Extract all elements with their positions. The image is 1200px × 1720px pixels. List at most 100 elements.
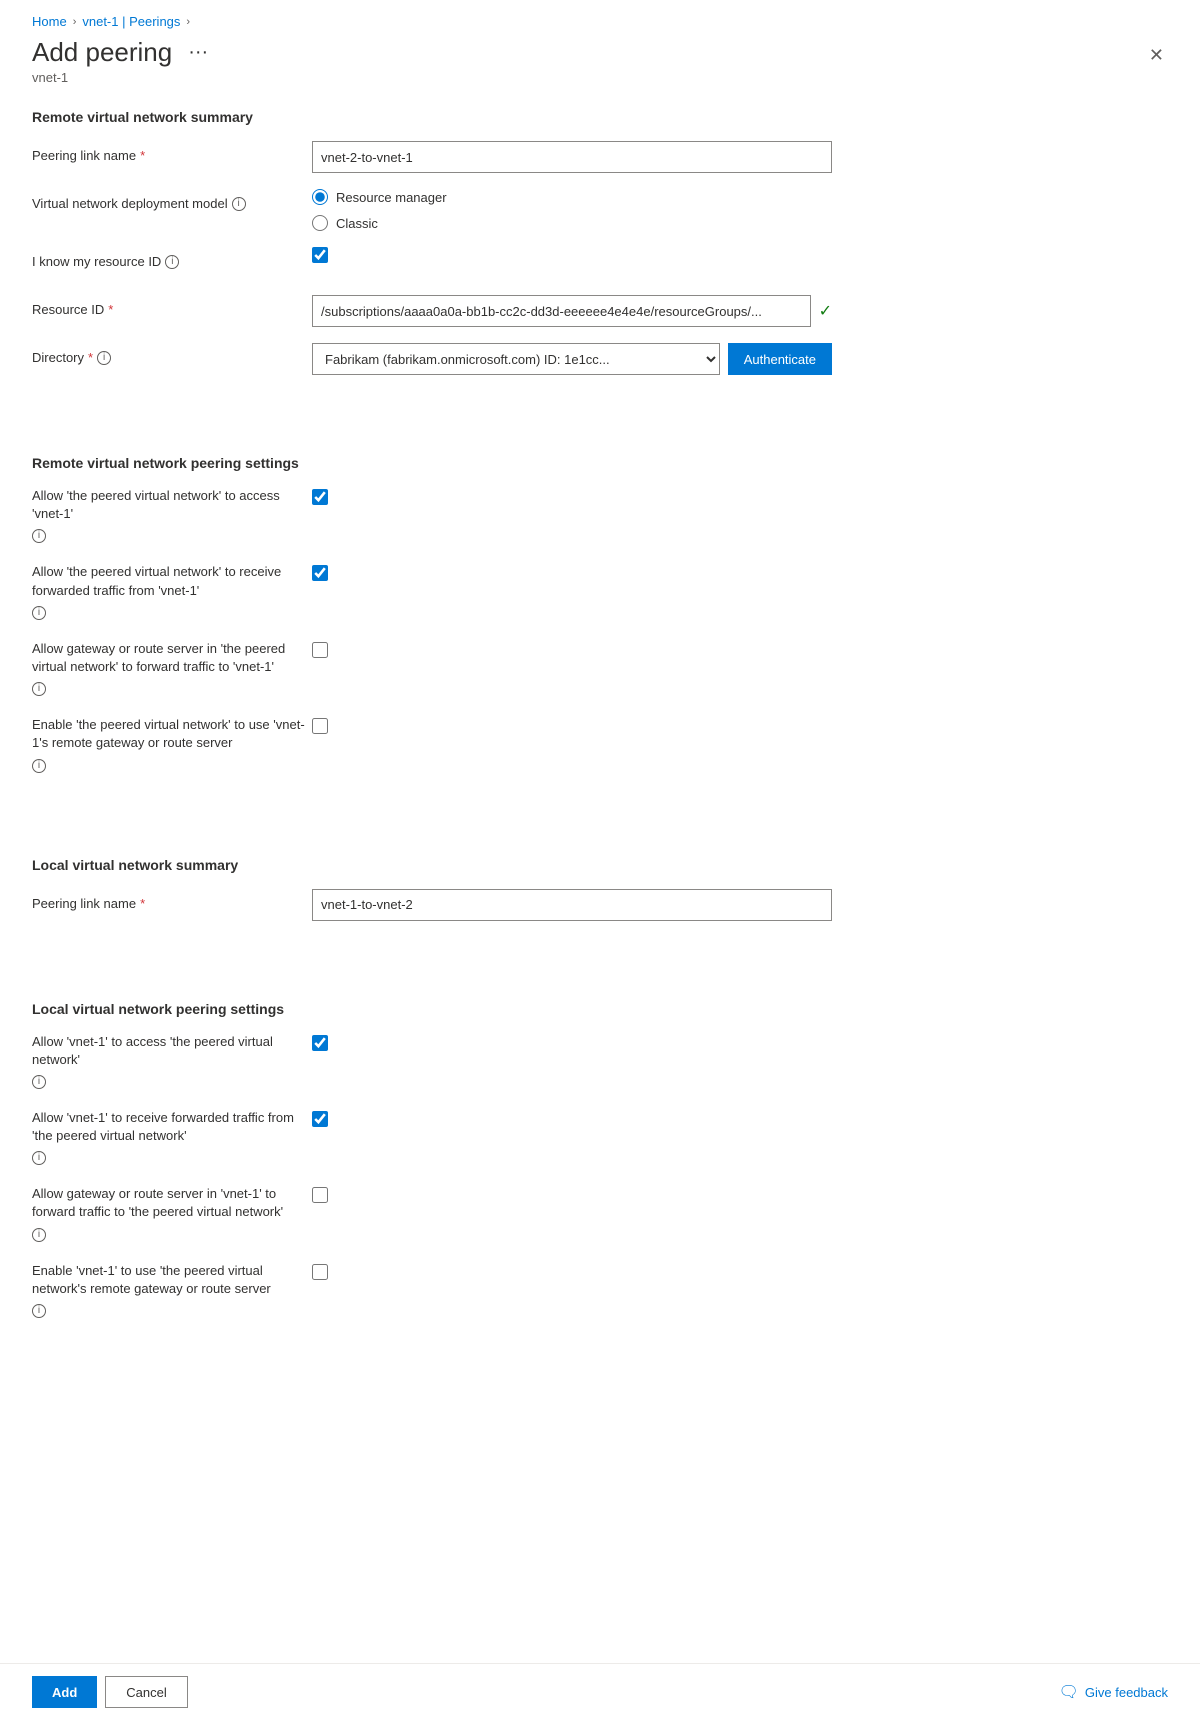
remote-setting-2-label: Allow 'the peered virtual network' to re… — [32, 563, 312, 619]
local-peering-link-input[interactable] — [312, 889, 832, 921]
remote-peering-link-label: Peering link name * — [32, 141, 312, 165]
breadcrumb-chevron1: › — [73, 16, 77, 28]
directory-label: Directory * i — [32, 343, 312, 367]
remote-setting-2-info-icon[interactable]: i — [32, 606, 46, 620]
cancel-button[interactable]: Cancel — [105, 1676, 187, 1708]
remote-peering-link-input[interactable] — [312, 141, 832, 173]
local-peering-settings-title: Local virtual network peering settings — [32, 1001, 1168, 1017]
know-resource-id-row: I know my resource ID i — [32, 247, 1168, 279]
local-setting-3-label: Allow gateway or route server in 'vnet-1… — [32, 1185, 312, 1241]
directory-input-row: Fabrikam (fabrikam.onmicrosoft.com) ID: … — [312, 343, 832, 375]
local-setting-3-row: Allow gateway or route server in 'vnet-1… — [32, 1185, 1168, 1241]
add-button[interactable]: Add — [32, 1676, 97, 1708]
remote-setting-1-row: Allow 'the peered virtual network' to ac… — [32, 487, 1168, 543]
authenticate-button[interactable]: Authenticate — [728, 343, 832, 375]
remote-setting-1-control — [312, 487, 328, 508]
remote-peering-link-row: Peering link name * — [32, 141, 1168, 173]
local-setting-1-row: Allow 'vnet-1' to access 'the peered vir… — [32, 1033, 1168, 1089]
radio-classic[interactable]: Classic — [312, 215, 1168, 231]
local-setting-1-checkbox[interactable] — [312, 1035, 328, 1051]
local-setting-3-info-icon[interactable]: i — [32, 1228, 46, 1242]
resource-id-input[interactable] — [312, 295, 811, 327]
directory-info-icon[interactable]: i — [97, 351, 111, 365]
remote-setting-3-row: Allow gateway or route server in 'the pe… — [32, 640, 1168, 696]
page-title-area: Add peering ··· vnet-1 — [32, 37, 214, 85]
remote-setting-2-control — [312, 563, 328, 584]
page-subtitle: vnet-1 — [32, 70, 214, 85]
radio-resource-manager-label: Resource manager — [336, 190, 447, 205]
remote-setting-3-label: Allow gateway or route server in 'the pe… — [32, 640, 312, 696]
local-peering-link-label: Peering link name * — [32, 889, 312, 913]
radio-classic-input[interactable] — [312, 215, 328, 231]
local-setting-1-info-icon[interactable]: i — [32, 1075, 46, 1089]
know-resource-id-control — [312, 247, 1168, 266]
radio-resource-manager-input[interactable] — [312, 189, 328, 205]
breadcrumb: Home › vnet-1 | Peerings › — [32, 0, 1168, 37]
feedback-link[interactable]: 🗨 Give feedback — [1059, 1682, 1168, 1702]
local-setting-2-label: Allow 'vnet-1' to receive forwarded traf… — [32, 1109, 312, 1165]
remote-setting-3-info-icon[interactable]: i — [32, 682, 46, 696]
remote-setting-4-control — [312, 716, 328, 737]
local-setting-1-label: Allow 'vnet-1' to access 'the peered vir… — [32, 1033, 312, 1089]
know-resource-id-checkbox[interactable] — [312, 247, 328, 263]
remote-setting-1-info-icon[interactable]: i — [32, 529, 46, 543]
local-setting-4-info-icon[interactable]: i — [32, 1304, 46, 1318]
know-resource-id-info-icon[interactable]: i — [165, 255, 179, 269]
deployment-model-radio-group: Resource manager Classic — [312, 189, 1168, 231]
local-setting-2-info-icon[interactable]: i — [32, 1151, 46, 1165]
remote-setting-4-label: Enable 'the peered virtual network' to u… — [32, 716, 312, 772]
remote-setting-4-checkbox[interactable] — [312, 718, 328, 734]
directory-control: Fabrikam (fabrikam.onmicrosoft.com) ID: … — [312, 343, 1168, 375]
resource-id-label: Resource ID * — [32, 295, 312, 319]
remote-setting-2-checkbox[interactable] — [312, 565, 328, 581]
footer-actions: Add Cancel — [32, 1676, 188, 1708]
breadcrumb-home[interactable]: Home — [32, 14, 67, 29]
remote-setting-4-info-icon[interactable]: i — [32, 759, 46, 773]
remote-setting-1-checkbox[interactable] — [312, 489, 328, 505]
know-resource-id-label: I know my resource ID i — [32, 247, 312, 271]
local-setting-4-checkbox[interactable] — [312, 1264, 328, 1280]
breadcrumb-chevron2: › — [186, 16, 190, 28]
deployment-model-row: Virtual network deployment model i Resou… — [32, 189, 1168, 231]
radio-classic-label: Classic — [336, 216, 378, 231]
remote-setting-2-row: Allow 'the peered virtual network' to re… — [32, 563, 1168, 619]
local-setting-3-control — [312, 1185, 328, 1206]
feedback-icon: 🗨 — [1059, 1682, 1079, 1702]
feedback-label: Give feedback — [1085, 1685, 1168, 1700]
remote-setting-1-label: Allow 'the peered virtual network' to ac… — [32, 487, 312, 543]
resource-id-valid-icon: ✓ — [819, 301, 832, 321]
remote-setting-3-control — [312, 640, 328, 661]
deployment-model-control: Resource manager Classic — [312, 189, 1168, 231]
breadcrumb-peerings[interactable]: vnet-1 | Peerings — [82, 14, 180, 29]
remote-peering-link-control — [312, 141, 1168, 173]
remote-summary-title: Remote virtual network summary — [32, 109, 1168, 125]
remote-setting-3-checkbox[interactable] — [312, 642, 328, 658]
local-setting-2-row: Allow 'vnet-1' to receive forwarded traf… — [32, 1109, 1168, 1165]
ellipsis-button[interactable]: ··· — [182, 39, 214, 66]
directory-row: Directory * i Fabrikam (fabrikam.onmicro… — [32, 343, 1168, 375]
local-setting-3-checkbox[interactable] — [312, 1187, 328, 1203]
deployment-model-info-icon[interactable]: i — [232, 197, 246, 211]
local-setting-4-control — [312, 1262, 328, 1283]
local-summary-title: Local virtual network summary — [32, 857, 1168, 873]
deployment-model-label: Virtual network deployment model i — [32, 189, 312, 213]
resource-id-row: Resource ID * ✓ — [32, 295, 1168, 327]
page-title: Add peering — [32, 37, 172, 68]
resource-id-input-row: ✓ — [312, 295, 832, 327]
close-button[interactable]: ✕ — [1145, 41, 1168, 70]
footer-bar: Add Cancel 🗨 Give feedback — [0, 1663, 1200, 1720]
local-setting-2-checkbox[interactable] — [312, 1111, 328, 1127]
required-indicator: * — [140, 147, 145, 165]
radio-resource-manager[interactable]: Resource manager — [312, 189, 1168, 205]
local-peering-link-required: * — [140, 895, 145, 913]
remote-setting-4-row: Enable 'the peered virtual network' to u… — [32, 716, 1168, 772]
local-setting-4-label: Enable 'vnet-1' to use 'the peered virtu… — [32, 1262, 312, 1318]
directory-required: * — [88, 349, 93, 367]
directory-select[interactable]: Fabrikam (fabrikam.onmicrosoft.com) ID: … — [312, 343, 720, 375]
local-peering-link-control — [312, 889, 1168, 921]
resource-id-control: ✓ — [312, 295, 1168, 327]
page-header: Add peering ··· vnet-1 ✕ — [32, 37, 1168, 85]
local-setting-4-row: Enable 'vnet-1' to use 'the peered virtu… — [32, 1262, 1168, 1318]
local-peering-link-row: Peering link name * — [32, 889, 1168, 921]
remote-peering-settings-title: Remote virtual network peering settings — [32, 455, 1168, 471]
